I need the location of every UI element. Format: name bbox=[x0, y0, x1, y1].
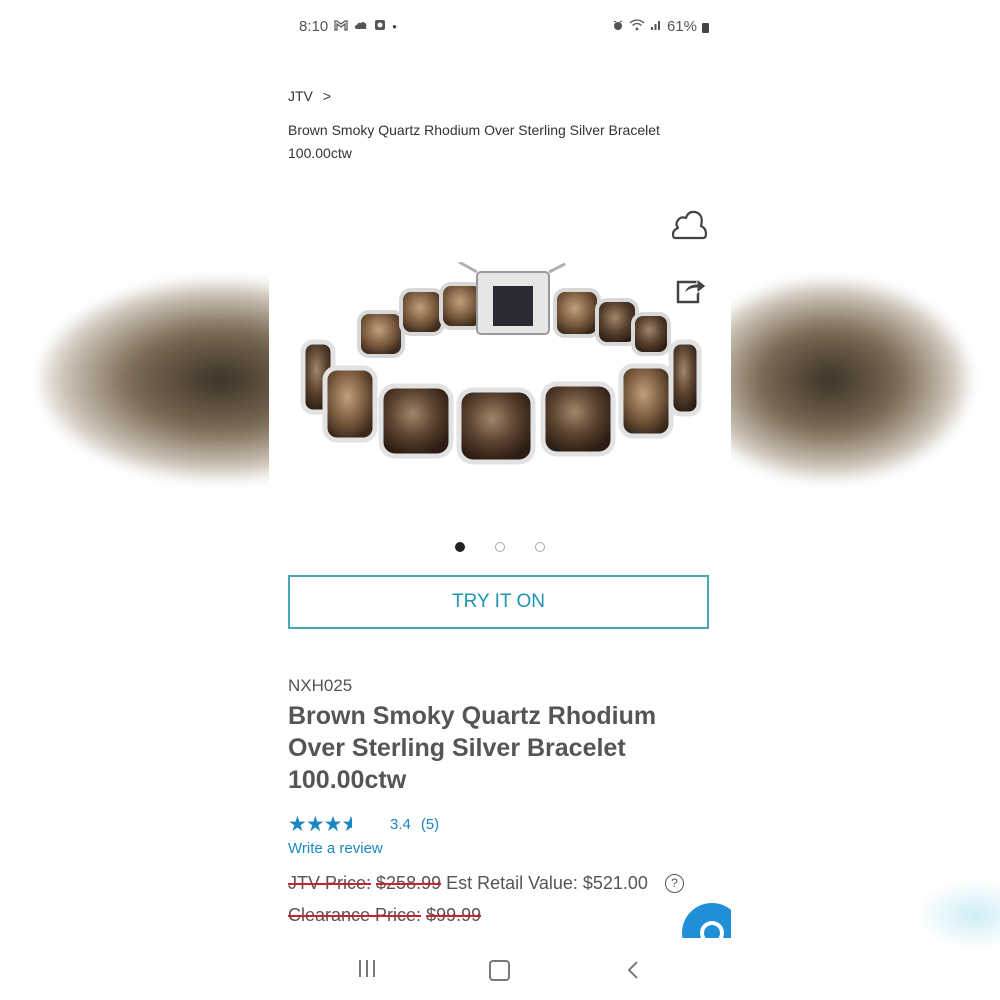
carousel-dot-1[interactable] bbox=[455, 542, 465, 552]
rating-value: 3.4 bbox=[389, 816, 411, 833]
star-rating-icon: ★★★★ bbox=[288, 813, 352, 836]
product-image-bracelet[interactable] bbox=[299, 260, 703, 467]
battery-icon bbox=[702, 22, 709, 33]
bracelet-front-row bbox=[300, 339, 702, 465]
rating-count: (5) bbox=[420, 816, 440, 833]
notification-dot-icon: • bbox=[392, 19, 397, 34]
breadcrumb-separator: > bbox=[322, 88, 332, 104]
rating-summary[interactable]: ★★★★ 3.4 (5) bbox=[288, 812, 439, 837]
battery-percent: 61% bbox=[666, 18, 697, 35]
clearance-price-value: $99.99 bbox=[426, 905, 482, 925]
status-time: 8:10 bbox=[299, 18, 329, 35]
product-title: Brown Smoky Quartz Rhodium Over Sterling… bbox=[288, 702, 657, 794]
breadcrumb-current: Brown Smoky Quartz Rhodium Over Sterling… bbox=[288, 122, 660, 161]
home-button[interactable] bbox=[489, 960, 510, 981]
jtv-price-value: $258.99 bbox=[376, 873, 442, 893]
back-button[interactable] bbox=[626, 960, 640, 985]
weather-icon bbox=[354, 19, 368, 34]
carousel-pagination bbox=[269, 542, 731, 552]
carousel-dot-3[interactable] bbox=[535, 542, 545, 552]
signal-icon bbox=[650, 19, 662, 34]
wifi-icon bbox=[629, 19, 645, 34]
carousel-dot-2[interactable] bbox=[495, 542, 505, 552]
gmail-icon bbox=[334, 19, 348, 34]
try-it-on-button[interactable]: TRY IT ON bbox=[288, 575, 709, 629]
status-bar: 8:10 • 61% bbox=[269, 14, 731, 42]
est-retail-label: Est Retail Value: bbox=[446, 873, 578, 893]
write-review-link[interactable]: Write a review bbox=[288, 840, 383, 857]
price-row: JTV Price: $258.99 Est Retail Value: $52… bbox=[288, 873, 684, 894]
help-icon[interactable]: ? bbox=[664, 874, 684, 893]
background-blur-right bbox=[690, 280, 970, 480]
recent-apps-button[interactable] bbox=[359, 960, 375, 977]
est-retail-value: $521.00 bbox=[582, 873, 648, 893]
breadcrumb-root-link[interactable]: JTV bbox=[288, 88, 313, 104]
clearance-row: Clearance Price: $99.99 bbox=[288, 905, 481, 926]
breadcrumb: JTV > bbox=[288, 88, 331, 104]
product-sku: NXH025 bbox=[288, 676, 353, 695]
phone-screen: 8:10 • 61% JTV > Brown Smoky Quartz Rhod… bbox=[269, 0, 731, 1000]
jtv-price-label: JTV Price: bbox=[288, 873, 372, 893]
favorite-heart-icon[interactable] bbox=[671, 208, 708, 244]
android-nav-bar bbox=[269, 938, 731, 1000]
background-blur-accent bbox=[915, 880, 1000, 950]
clearance-price-label: Clearance Price: bbox=[288, 905, 422, 925]
alarm-icon bbox=[612, 19, 624, 34]
app-icon bbox=[374, 19, 386, 34]
